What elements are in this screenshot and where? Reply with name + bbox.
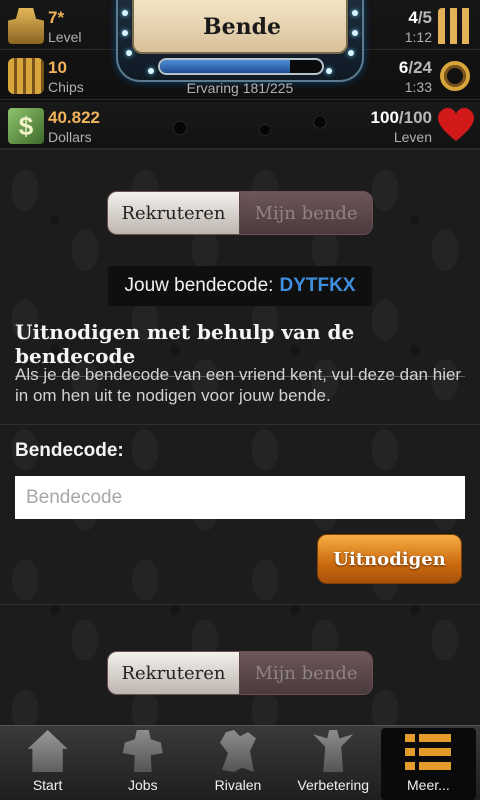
gang-code-value: DYTFKX: [279, 275, 356, 296]
dollars-label: Dollars: [48, 129, 92, 145]
invite-description: Als je de bendecode van een vriend kent,…: [15, 365, 462, 405]
stat-row-dollars: $ 40.822 Dollars 100/100 Leven: [0, 102, 480, 148]
nav-label: Rivalen: [214, 777, 262, 793]
gang-code-field-label: Bendecode:: [15, 440, 124, 461]
energy-max: /24: [408, 58, 432, 77]
gang-code-box: Jouw bendecode: DYTFKX: [108, 266, 372, 306]
energy-timer: 1:33: [404, 79, 432, 95]
bulb-light: [326, 68, 332, 74]
bulb-light: [148, 68, 154, 74]
bottom-nav: Start Jobs Rivalen Verbetering Meer...: [0, 725, 480, 800]
health-label: Leven: [393, 129, 432, 145]
gang-tabs: Rekruteren Mijn bende: [107, 191, 373, 235]
bulb-light: [122, 10, 128, 16]
health-value: 100: [370, 108, 399, 127]
energy-value: 6: [398, 58, 409, 77]
ammo-icon: [438, 8, 474, 44]
fedora-icon: [8, 8, 44, 44]
chips-value: 10: [48, 58, 67, 77]
nav-item-jobs[interactable]: Jobs: [95, 726, 190, 800]
upgrade-icon: [313, 730, 354, 772]
heart-icon: [438, 108, 474, 144]
divider: [0, 424, 480, 425]
divider: [0, 604, 480, 605]
chips-label: Chips: [48, 79, 84, 95]
dollars-value: 40.822: [48, 108, 100, 127]
ammo-timer: 1:12: [404, 29, 432, 45]
tab-my-gang-bottom[interactable]: Mijn bende: [240, 652, 372, 694]
bulb-light: [352, 10, 358, 16]
bulb-light: [352, 30, 358, 36]
gang-tabs-bottom: Rekruteren Mijn bende: [107, 651, 373, 695]
tab-recruit-bottom[interactable]: Rekruteren: [108, 652, 240, 694]
page-title: Bende: [203, 14, 281, 40]
experience-label: Ervaring 181/225: [186, 80, 294, 96]
rivals-icon: [220, 730, 256, 772]
gang-code-label: Jouw bendecode:: [124, 275, 274, 296]
tab-recruit[interactable]: Rekruteren: [108, 192, 240, 234]
bulb-light: [122, 30, 128, 36]
brass-knuckles-icon: [440, 61, 470, 91]
title-panel: Bende: [132, 0, 348, 54]
nav-item-more[interactable]: Meer...: [380, 728, 477, 800]
bulb-light: [348, 50, 354, 56]
bulb-light: [126, 50, 132, 56]
nav-label: Jobs: [128, 777, 158, 793]
level-label: Level: [48, 29, 82, 45]
dollar-icon: $: [8, 108, 44, 144]
nav-label: Meer...: [407, 777, 450, 793]
gang-code-input[interactable]: [15, 476, 465, 519]
nav-label: Start: [32, 777, 63, 793]
ammo-value: 4: [408, 8, 418, 27]
level-value: 7*: [48, 8, 65, 27]
invite-button[interactable]: Uitnodigen: [317, 534, 462, 584]
health-max: /100: [398, 108, 432, 127]
background-pattern: [0, 150, 480, 725]
nav-label: Verbetering: [297, 777, 370, 793]
experience-bar: [158, 58, 324, 75]
ammo-max: /5: [417, 8, 432, 27]
tab-my-gang[interactable]: Mijn bende: [240, 192, 372, 234]
nav-item-start[interactable]: Start: [0, 726, 95, 800]
experience-bar-fill: [160, 60, 291, 73]
home-icon: [27, 730, 68, 772]
nav-item-upgrade[interactable]: Verbetering: [286, 726, 381, 800]
gangster-icon: [122, 730, 163, 772]
chips-icon: [8, 58, 44, 94]
status-header: 7* Level 4/5 1:12 10 Chips 6/24 1:33 $ 4…: [0, 0, 480, 150]
nav-item-rivals[interactable]: Rivalen: [190, 726, 285, 800]
menu-list-icon: [405, 734, 452, 776]
